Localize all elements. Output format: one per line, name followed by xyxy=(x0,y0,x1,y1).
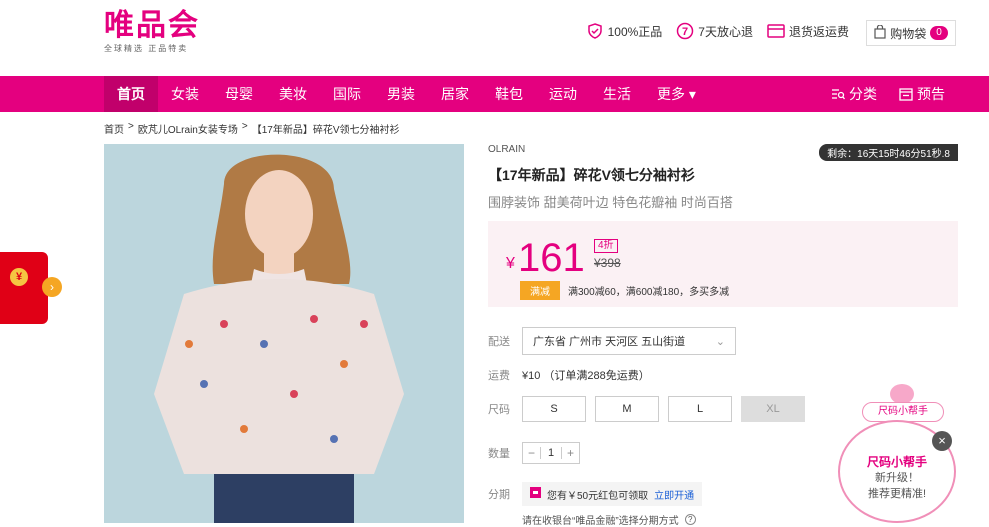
size-helper-tag[interactable]: 尺码小帮手 xyxy=(862,402,944,422)
caret-down-icon: ▾ xyxy=(688,86,696,102)
promo-text: 满300减60，满600减180，多买多减 xyxy=(568,287,730,298)
promise-authentic-label: 100%正品 xyxy=(607,24,663,39)
helper-title: 尺码小帮手 xyxy=(866,455,927,469)
quantity-row: 数量 − 1 + xyxy=(488,442,580,464)
promise-return[interactable]: 7 7天放心退 xyxy=(676,22,753,40)
breadcrumb-home[interactable]: 首页 xyxy=(104,121,124,136)
close-icon[interactable]: × xyxy=(932,431,952,451)
top-header: 唯品会 全球精选 正品特卖 100%正品 7 7天放心退 退货返运费 购物袋 0 xyxy=(0,0,989,76)
promotion-row: 满减 满300减60，满600减180，多买多减 xyxy=(520,281,729,300)
nav-category[interactable]: 分类 xyxy=(831,84,877,104)
product-info: OLRAIN 剩余：16天15时46分51秒.8 【17年新品】碎花V领七分袖衬… xyxy=(488,144,958,307)
countdown-timer: 剩余：16天15时46分51秒.8 xyxy=(819,144,958,161)
promise-authentic[interactable]: 100%正品 xyxy=(586,22,663,40)
chevron-down-icon: ⌄ xyxy=(715,335,725,348)
promise-return-label: 7天放心退 xyxy=(698,24,753,39)
nav-item-home[interactable]: 首页 xyxy=(104,76,158,112)
helper-line-2: 推荐更精准! xyxy=(867,488,927,500)
bag-icon xyxy=(874,23,886,42)
main-nav: 首页 女装 母婴 美妆 国际 男装 居家 鞋包 运动 生活 更多 ▾ 分类 预告 xyxy=(0,76,989,112)
original-price: ¥398 xyxy=(594,256,621,270)
logo-text: 唯品会 xyxy=(104,9,200,42)
shipping-text: ¥10 （订单满288免运费） xyxy=(522,370,650,382)
service-promises: 100%正品 7 7天放心退 退货返运费 xyxy=(586,22,849,40)
installment-note-row: 请在收银台“唯品金融”选择分期方式 ? xyxy=(522,512,696,527)
help-icon[interactable]: ? xyxy=(684,514,696,525)
nav-item-more[interactable]: 更多 ▾ xyxy=(644,76,709,112)
cart-count-badge: 0 xyxy=(930,26,948,40)
nav-item-home-living[interactable]: 居家 xyxy=(428,76,482,112)
card-icon xyxy=(767,22,785,40)
breadcrumb-brand-sale[interactable]: 欧芃儿OLrain女装专场 xyxy=(138,121,238,136)
breadcrumb-separator: > xyxy=(241,121,248,132)
sale-price: 161 xyxy=(518,236,585,280)
promise-shipping[interactable]: 退货返运费 xyxy=(767,22,849,40)
shipping-label: 运费 xyxy=(488,370,510,382)
nav-item-sports[interactable]: 运动 xyxy=(536,76,590,112)
installment-banner: 您有￥50元红包可领取 立即开通 xyxy=(522,482,703,506)
shopping-bag-button[interactable]: 购物袋 0 xyxy=(866,20,956,46)
delivery-label: 配送 xyxy=(488,336,510,348)
installment-text: 您有￥50元红包可领取 xyxy=(547,490,649,502)
shield-check-icon xyxy=(586,22,604,40)
address-value: 广东省 广州市 天河区 五山街道 xyxy=(533,336,686,348)
quantity-increase-button[interactable]: + xyxy=(562,446,579,460)
size-label: 尺码 xyxy=(488,404,510,416)
nav-item-beauty[interactable]: 美妆 xyxy=(266,76,320,112)
size-option-m[interactable]: M xyxy=(595,396,659,422)
nav-item-shoes-bags[interactable]: 鞋包 xyxy=(482,76,536,112)
nav-item-international[interactable]: 国际 xyxy=(320,76,374,112)
promo-tag: 满减 xyxy=(520,281,560,300)
product-title: 【17年新品】碎花V领七分袖衬衫 xyxy=(488,167,695,183)
breadcrumb-current: 【17年新品】碎花V领七分袖衬衫 xyxy=(251,125,400,136)
seven-day-return-icon: 7 xyxy=(676,22,694,40)
vip-logo[interactable]: 唯品会 全球精选 正品特卖 xyxy=(104,10,200,54)
mascot-icon xyxy=(890,384,914,404)
promise-shipping-label: 退货返运费 xyxy=(788,24,849,39)
cart-label: 购物袋 xyxy=(890,26,927,41)
red-packet-icon xyxy=(530,487,541,501)
nav-item-women[interactable]: 女装 xyxy=(158,76,212,112)
size-option-xl: XL xyxy=(741,396,805,422)
quantity-input[interactable]: 1 xyxy=(540,447,562,459)
nav-preview[interactable]: 预告 xyxy=(899,84,945,104)
logo-slogan: 全球精选 正品特卖 xyxy=(104,44,189,53)
address-select[interactable]: 广东省 广州市 天河区 五山街道 ⌄ xyxy=(522,327,736,355)
expand-arrow-icon[interactable]: › xyxy=(42,277,62,297)
size-row: 尺码 S M L XL xyxy=(488,396,814,422)
model-illustration xyxy=(104,144,464,523)
product-photo[interactable] xyxy=(104,144,464,523)
product-subtitle: 围脖装饰 甜美荷叶边 特色花瓣袖 时尚百搭 xyxy=(488,195,733,210)
installment-label: 分期 xyxy=(488,489,510,501)
delivery-row: 配送 广东省 广州市 天河区 五山街道 ⌄ xyxy=(488,327,736,355)
installment-open-link[interactable]: 立即开通 xyxy=(654,487,694,502)
helper-line-1: 新升级！ xyxy=(875,472,919,484)
installment-row: 分期 您有￥50元红包可领取 立即开通 xyxy=(488,482,703,506)
size-option-s[interactable]: S xyxy=(522,396,586,422)
discount-badge: 4折 xyxy=(594,239,618,253)
quantity-decrease-button[interactable]: − xyxy=(523,446,540,460)
calendar-icon xyxy=(899,87,913,101)
currency-symbol: ¥ xyxy=(506,255,515,272)
red-packet-widget[interactable]: ¥ xyxy=(0,252,48,324)
nav-preview-label: 预告 xyxy=(917,86,945,102)
installment-note: 请在收银台“唯品金融”选择分期方式 xyxy=(522,516,679,527)
nav-category-label: 分类 xyxy=(849,86,877,102)
quantity-label: 数量 xyxy=(488,448,510,460)
shipping-row: 运费 ¥10 （订单满288免运费） xyxy=(488,367,650,383)
nav-item-life[interactable]: 生活 xyxy=(590,76,644,112)
quantity-stepper: − 1 + xyxy=(522,442,580,464)
list-search-icon xyxy=(831,87,845,101)
svg-text:7: 7 xyxy=(682,26,688,38)
nav-item-baby[interactable]: 母婴 xyxy=(212,76,266,112)
breadcrumb: 首页 > 欧芃儿OLrain女装专场 > 【17年新品】碎花V领七分袖衬衫 xyxy=(104,121,400,136)
size-option-l[interactable]: L xyxy=(668,396,732,422)
price-box: ¥ 161 4折 ¥398 满减 满300减60，满600减180，多买多减 xyxy=(488,221,958,307)
nav-more-label: 更多 xyxy=(657,86,685,102)
yen-coin-icon: ¥ xyxy=(10,268,28,286)
breadcrumb-separator: > xyxy=(128,121,134,132)
nav-item-men[interactable]: 男装 xyxy=(374,76,428,112)
